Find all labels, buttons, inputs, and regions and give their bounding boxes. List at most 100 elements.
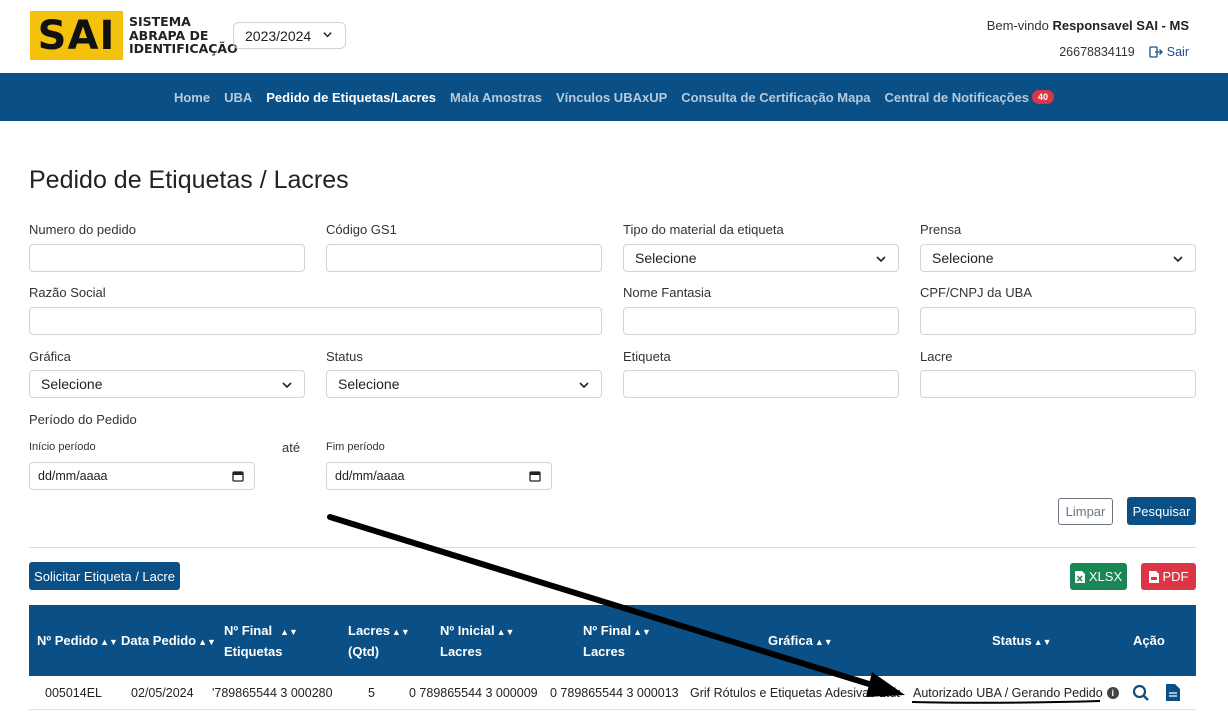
document-icon[interactable] [1166, 684, 1180, 706]
status-label: Status [326, 349, 363, 364]
fim-periodo-value: dd/mm/aaaa [335, 469, 405, 483]
logo-text: SISTEMA ABRAPA DE IDENTIFICAÇÃO [129, 15, 238, 56]
col-header-final-etiquetas[interactable]: Nº Final ▲▼ Etiquetas [224, 621, 298, 661]
numero-pedido-input[interactable] [29, 244, 305, 272]
status-select[interactable]: Selecione [326, 370, 602, 398]
top-header: SAI SISTEMA ABRAPA DE IDENTIFICAÇÃO 2023… [0, 0, 1228, 73]
numero-pedido-label: Numero do pedido [29, 222, 136, 237]
sort-icon[interactable]: ▲▼ [633, 627, 651, 637]
inicio-periodo-label: Início período [29, 441, 96, 453]
notification-badge: 40 [1032, 90, 1055, 104]
nav-mala-amostras[interactable]: Mala Amostras [450, 90, 542, 105]
col-header-final-lacres[interactable]: Nº Final ▲▼ Lacres [583, 621, 651, 661]
info-icon[interactable]: i [1106, 687, 1119, 699]
status-text: Autorizado UBA / Gerando Pedido [913, 686, 1103, 700]
fim-periodo-input[interactable]: dd/mm/aaaa [326, 462, 552, 490]
col-header-status[interactable]: Status ▲▼ [992, 631, 1052, 652]
main-navbar: Home UBA Pedido de Etiquetas/Lacres Mala… [0, 73, 1228, 121]
nav-consulta-certificacao[interactable]: Consulta de Certificação Mapa [681, 90, 870, 105]
limpar-button[interactable]: Limpar [1058, 498, 1113, 525]
tipo-material-select[interactable]: Selecione [623, 244, 899, 272]
inicio-periodo-value: dd/mm/aaaa [38, 469, 108, 483]
table-header: Nº Pedido ▲▼ Data Pedido ▲▼ Nº Final ▲▼ Eti… [29, 605, 1196, 676]
nav-central-notificacoes[interactable]: Central de Notificações 40 [885, 90, 1055, 105]
pdf-file-icon [1148, 570, 1159, 583]
page-title: Pedido de Etiquetas / Lacres [29, 166, 349, 194]
col-header-inicial-lacres[interactable]: Nº Inicial ▲▼ Lacres [440, 621, 514, 661]
ate-label: até [282, 440, 301, 455]
welcome-prefix: Bem-vindo [986, 18, 1049, 33]
nome-fantasia-label: Nome Fantasia [623, 285, 712, 300]
search-icon[interactable] [1132, 684, 1150, 707]
cell-lacres-qtd: 5 [368, 686, 375, 700]
grafica-select[interactable]: Selecione [29, 370, 305, 398]
year-select[interactable]: 2023/2024 [233, 22, 346, 49]
razao-social-label: Razão Social [29, 285, 106, 300]
welcome-user: Responsavel SAI - MS [1052, 18, 1189, 33]
user-id: 26678834119 [1059, 45, 1135, 59]
table-row: 005014EL 02/05/2024 '789865544 3 000280 … [29, 676, 1196, 710]
sort-icon[interactable]: ▲▼ [1034, 637, 1052, 647]
logout-link[interactable]: Sair [1149, 45, 1189, 59]
cpf-cnpj-input[interactable] [920, 307, 1196, 335]
col-header-pedido[interactable]: Nº Pedido ▲▼ [37, 631, 118, 652]
col-header-label-line2: (Qtd) [348, 644, 380, 659]
col-header-label: Nº Final [583, 623, 632, 638]
prensa-value: Selecione [932, 250, 994, 266]
razao-social-input[interactable] [29, 307, 602, 335]
solicitar-etiqueta-button[interactable]: Solicitar Etiqueta / Lacre [29, 562, 180, 590]
calendar-icon[interactable] [529, 470, 541, 485]
col-header-label-line2: Lacres [583, 644, 625, 659]
nav-home[interactable]: Home [174, 90, 210, 105]
cell-pedido: 005014EL [45, 686, 103, 700]
nav-uba[interactable]: UBA [224, 90, 252, 105]
grafica-value: Selecione [41, 376, 103, 392]
lacre-label: Lacre [920, 349, 953, 364]
lacre-input[interactable] [920, 370, 1196, 398]
export-xlsx-button[interactable]: XLSX [1070, 563, 1127, 590]
col-header-label-line2: Etiquetas [224, 644, 283, 659]
sort-icon[interactable]: ▲▼ [392, 627, 410, 637]
col-header-grafica[interactable]: Gráfica ▲▼ [768, 631, 833, 652]
sort-icon[interactable]: ▲▼ [100, 637, 118, 647]
etiqueta-input[interactable] [623, 370, 899, 398]
user-line: 26678834119 Sair [1059, 45, 1189, 59]
nav-pedido-etiquetas[interactable]: Pedido de Etiquetas/Lacres [266, 90, 436, 105]
logout-label: Sair [1166, 45, 1189, 59]
cell-data: 02/05/2024 [131, 686, 194, 700]
col-header-lacres-qtd[interactable]: Lacres ▲▼ (Qtd) [348, 621, 410, 661]
col-header-data[interactable]: Data Pedido ▲▼ [121, 631, 216, 652]
excel-file-icon [1074, 570, 1085, 583]
chevron-down-icon [281, 378, 293, 394]
inicio-periodo-input[interactable]: dd/mm/aaaa [29, 462, 255, 490]
sort-icon[interactable]: ▲▼ [280, 627, 298, 637]
cell-inicial-lacres: 0 789865544 3 000009 [409, 686, 538, 700]
col-header-label: Nº Inicial [440, 623, 495, 638]
sai-logo[interactable]: SAI SISTEMA ABRAPA DE IDENTIFICAÇÃO [30, 11, 238, 60]
calendar-icon[interactable] [232, 470, 244, 485]
col-header-label: Data Pedido [121, 633, 197, 648]
tipo-material-label: Tipo do material da etiqueta [623, 222, 784, 237]
logo-text-line: SISTEMA [129, 14, 191, 30]
col-header-label: Gráfica [768, 633, 813, 648]
nav-central-notificacoes-label: Central de Notificações [884, 89, 1030, 105]
year-select-value: 2023/2024 [245, 27, 312, 44]
sort-icon[interactable]: ▲▼ [815, 637, 833, 647]
cell-grafica: Grif Rótulos e Etiquetas Adesivas Ltda [690, 686, 900, 700]
col-header-label-line2: Lacres [440, 644, 482, 659]
status-value: Selecione [338, 376, 400, 392]
pesquisar-button[interactable]: Pesquisar [1127, 497, 1196, 525]
codigo-gs1-input[interactable] [326, 244, 602, 272]
nome-fantasia-input[interactable] [623, 307, 899, 335]
fim-periodo-label: Fim período [326, 441, 385, 453]
chevron-down-icon [1172, 252, 1184, 268]
prensa-select[interactable]: Selecione [920, 244, 1196, 272]
cell-status: Autorizado UBA / Gerando Pedido i [913, 686, 1119, 700]
export-pdf-button[interactable]: PDF [1141, 563, 1196, 590]
sort-icon[interactable]: ▲▼ [198, 637, 216, 647]
nav-vinculos[interactable]: Vínculos UBAxUP [556, 90, 667, 105]
logo-text-line: ABRAPA DE [129, 27, 209, 43]
grafica-label: Gráfica [29, 349, 71, 364]
sort-icon[interactable]: ▲▼ [497, 627, 515, 637]
col-header-label: Nº Pedido [37, 633, 99, 648]
